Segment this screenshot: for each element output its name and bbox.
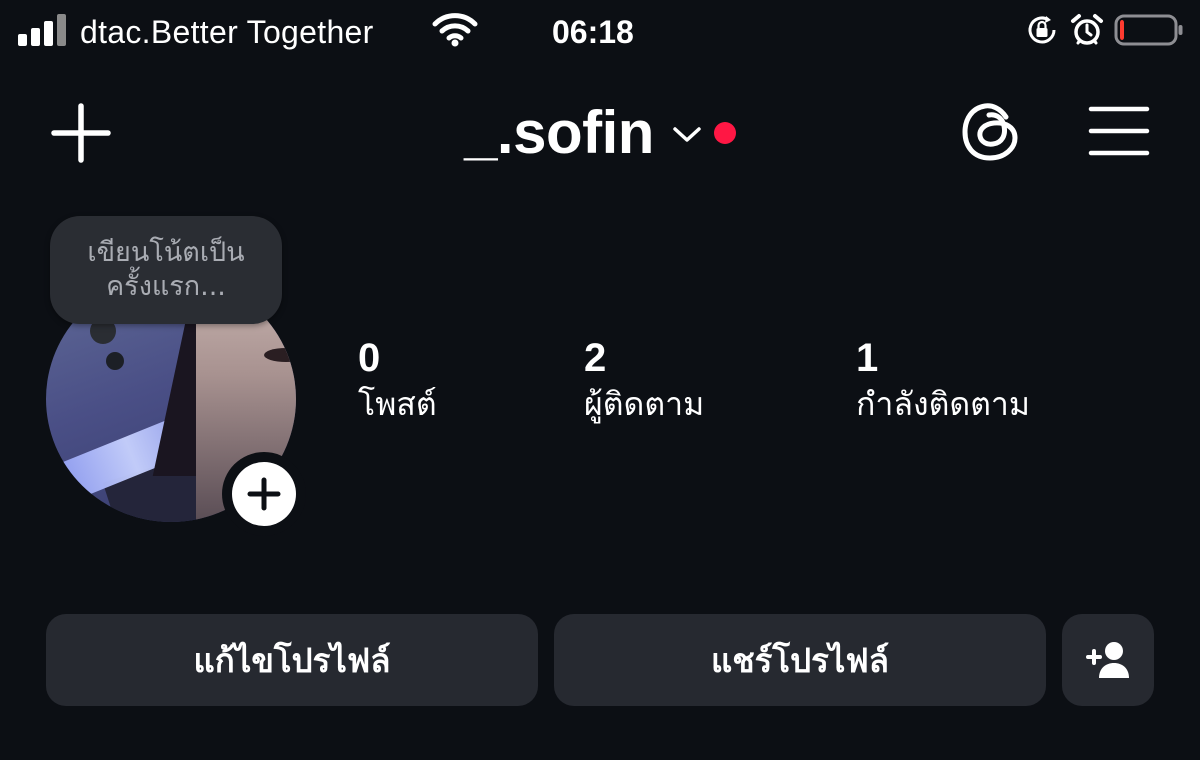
signal-icon [18, 14, 68, 46]
discover-people-button[interactable] [1062, 614, 1154, 706]
note-placeholder: เขียนโน้ตเป็น ครั้งแรก... [87, 237, 245, 302]
notification-dot [713, 122, 736, 144]
add-story-badge [222, 452, 306, 536]
add-person-icon [1086, 642, 1129, 678]
profile-username: _.sofin [464, 98, 654, 166]
carrier-name: dtac.Better Together [80, 14, 374, 50]
following-label: กำลังติดตาม [856, 385, 1030, 423]
alarm-icon [1071, 14, 1103, 45]
orientation-lock-icon [1028, 16, 1056, 44]
status-time: 06:18 [552, 14, 634, 50]
stat-following[interactable]: 1 กำลังติดตาม [856, 334, 1030, 426]
wifi-icon [432, 13, 478, 47]
stat-followers[interactable]: 2 ผู้ติดตาม [584, 334, 704, 426]
username-button[interactable]: _.sofin [464, 98, 736, 167]
followers-count: 2 [584, 336, 607, 380]
battery-icon [1114, 14, 1183, 46]
following-count: 1 [856, 336, 879, 380]
add-story-button[interactable] [232, 462, 296, 526]
share-profile-button[interactable]: แชร์โปรไฟล์ [554, 614, 1046, 706]
note-bubble[interactable]: เขียนโน้ตเป็น ครั้งแรก... [50, 216, 282, 324]
chevron-down-icon [673, 127, 701, 142]
note-bubble-dot [106, 352, 124, 370]
followers-label: ผู้ติดตาม [584, 385, 705, 423]
plus-icon [247, 477, 281, 511]
hamburger-menu-icon[interactable] [1088, 104, 1150, 158]
posts-count: 0 [358, 336, 381, 380]
edit-profile-button[interactable]: แก้ไขโปรไฟล์ [46, 614, 538, 706]
posts-label: โพสต์ [358, 385, 437, 423]
threads-icon[interactable] [960, 100, 1022, 164]
stat-posts[interactable]: 0 โพสต์ [358, 334, 437, 426]
status-bar: dtac.Better Together 06:18 [0, 0, 1200, 64]
